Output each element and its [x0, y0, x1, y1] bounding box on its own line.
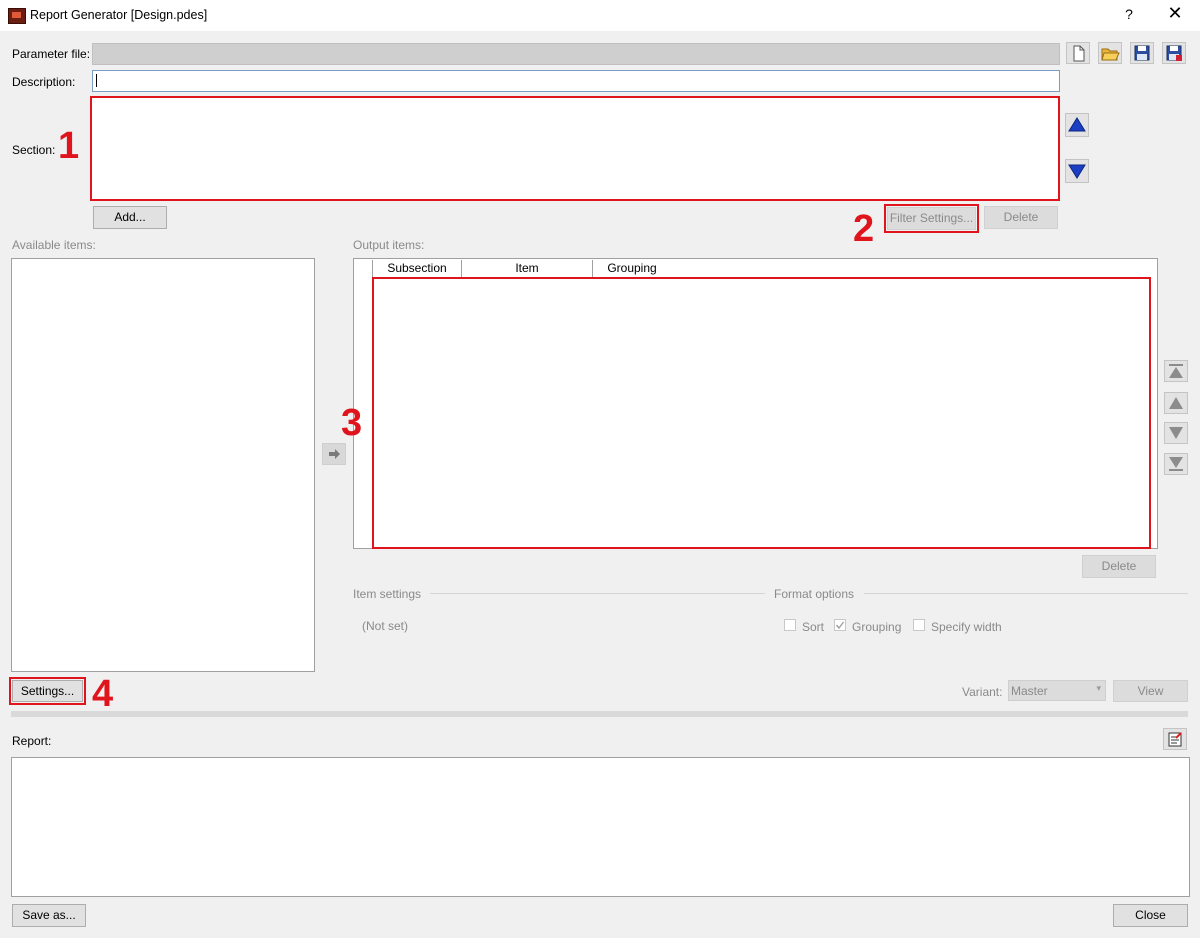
view-button[interactable]: View — [1113, 680, 1188, 702]
triangle-down-icon — [1068, 164, 1086, 179]
grouping-label: Grouping — [852, 620, 902, 634]
section-label: Section: — [12, 143, 56, 157]
description-label: Description: — [12, 75, 76, 89]
annotation-1: 1 — [58, 125, 80, 167]
move-down-button[interactable] — [1164, 422, 1188, 444]
format-options-label: Format options — [774, 587, 855, 601]
open-file-button[interactable] — [1098, 42, 1122, 64]
format-options-divider — [864, 593, 1188, 594]
table-corner — [354, 260, 373, 277]
annotation-3: 3 — [341, 402, 363, 444]
report-edit-button[interactable] — [1163, 728, 1187, 750]
save-as-icon — [1166, 45, 1182, 61]
report-label: Report: — [12, 734, 52, 748]
move-to-top-icon — [1169, 364, 1183, 378]
sort-checkbox[interactable] — [784, 619, 796, 631]
section-move-down-button[interactable] — [1065, 159, 1089, 183]
column-header-item[interactable]: Item — [462, 260, 593, 277]
close-window-button[interactable]: ✕ — [1163, 3, 1187, 24]
edit-report-icon — [1168, 732, 1182, 747]
column-header-subsection[interactable]: Subsection — [373, 260, 462, 277]
window-title: Report Generator [Design.pdes] — [30, 8, 208, 22]
add-section-button[interactable]: Add... — [93, 206, 167, 229]
triangle-up-icon — [1169, 397, 1183, 409]
item-settings-value: (Not set) — [362, 619, 409, 633]
parameter-file-field[interactable] — [92, 43, 1060, 65]
settings-button[interactable]: Settings... — [12, 680, 83, 702]
section-move-up-button[interactable] — [1065, 113, 1089, 137]
specify-width-checkbox[interactable] — [913, 619, 925, 631]
move-bottom-button[interactable] — [1164, 453, 1188, 475]
move-to-bottom-icon — [1169, 457, 1183, 471]
chevron-down-icon: ▾ — [1096, 683, 1101, 693]
help-button[interactable]: ? — [1121, 6, 1137, 22]
triangle-down-icon — [1169, 427, 1183, 439]
save-icon — [1134, 45, 1150, 61]
grouping-checkbox[interactable] — [834, 619, 846, 631]
save-as-report-button[interactable]: Save as... — [12, 904, 86, 927]
transfer-button[interactable] — [322, 443, 346, 465]
save-button[interactable] — [1130, 42, 1154, 64]
section-list[interactable] — [90, 96, 1060, 201]
annotation-2: 2 — [853, 208, 875, 250]
new-file-button[interactable] — [1066, 42, 1090, 64]
output-items-label: Output items: — [353, 238, 425, 252]
output-items-highlight — [372, 277, 1151, 549]
annotation-4: 4 — [92, 673, 114, 715]
item-settings-label: Item settings — [353, 587, 422, 601]
triangle-up-icon — [1068, 117, 1086, 132]
delete-section-button[interactable]: Delete — [984, 206, 1058, 229]
available-items-label: Available items: — [12, 238, 96, 252]
text-cursor — [96, 74, 97, 87]
variant-select[interactable]: Master ▾ — [1008, 680, 1106, 701]
column-header-grouping[interactable]: Grouping — [593, 260, 671, 277]
new-file-icon — [1073, 45, 1085, 62]
variant-select-value: Master — [1011, 684, 1048, 698]
item-settings-divider — [430, 593, 765, 594]
splitter[interactable] — [11, 711, 1188, 717]
checkmark-icon — [835, 621, 845, 630]
sort-label: Sort — [802, 620, 825, 634]
variant-label: Variant: — [962, 685, 1003, 699]
save-as-button[interactable] — [1162, 42, 1186, 64]
report-area[interactable] — [11, 757, 1190, 897]
open-folder-icon — [1101, 48, 1120, 61]
specify-width-label: Specify width — [931, 620, 1002, 634]
delete-output-button[interactable]: Delete — [1082, 555, 1156, 578]
description-input[interactable] — [92, 70, 1060, 92]
available-items-list[interactable] — [11, 258, 315, 672]
close-button[interactable]: Close — [1113, 904, 1188, 927]
app-icon — [8, 8, 26, 24]
move-top-button[interactable] — [1164, 360, 1188, 382]
filter-settings-button[interactable]: Filter Settings... — [887, 207, 976, 230]
arrow-right-icon — [329, 449, 340, 459]
parameter-file-label: Parameter file: — [12, 47, 91, 61]
move-up-button[interactable] — [1164, 392, 1188, 414]
